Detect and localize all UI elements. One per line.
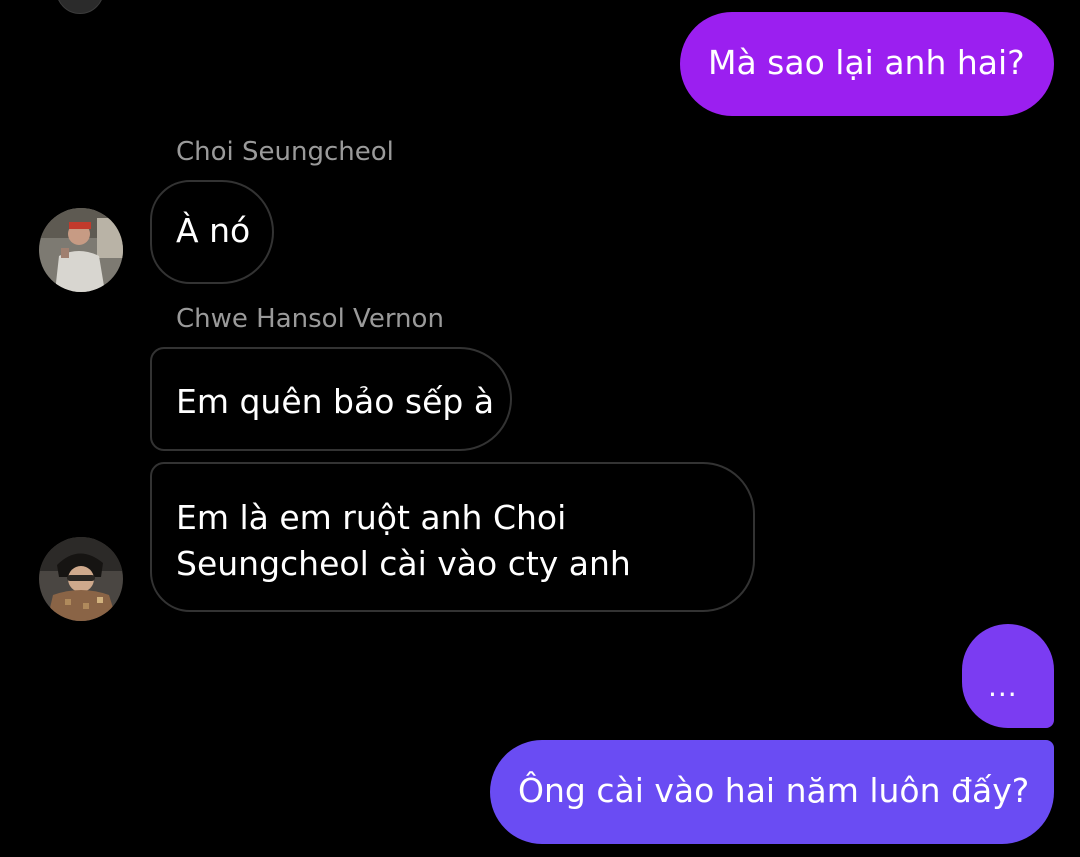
incoming-message-bubble[interactable]: Em là em ruột anh Choi Seungcheol cài và… — [150, 462, 755, 612]
incoming-message-bubble[interactable]: Em quên bảo sếp à — [150, 347, 512, 451]
sender-name: Choi Seungcheol — [176, 137, 394, 167]
outgoing-message-bubble[interactable]: ... — [962, 624, 1054, 728]
outgoing-message-bubble[interactable]: Mà sao lại anh hai? — [680, 12, 1054, 116]
previous-avatar-edge — [56, 0, 104, 14]
message-text: Mà sao lại anh hai? — [708, 43, 1025, 82]
person-photo-icon — [39, 537, 123, 621]
outgoing-message-bubble[interactable]: Ông cài vào hai năm luôn đấy? — [490, 740, 1054, 844]
incoming-message-bubble[interactable]: À nó — [150, 180, 274, 284]
avatar-vernon[interactable] — [39, 537, 123, 621]
person-photo-icon — [39, 208, 123, 292]
message-text: Em quên bảo sếp à — [176, 382, 495, 421]
message-text-line: Seungcheol cài vào cty anh — [176, 544, 631, 583]
message-text: Ông cài vào hai năm luôn đấy? — [518, 771, 1030, 810]
message-text-line: Em là em ruột anh Choi — [176, 498, 567, 537]
message-text: À nó — [176, 211, 251, 250]
sender-name: Chwe Hansol Vernon — [176, 304, 444, 334]
avatar-seungcheol[interactable] — [39, 208, 123, 292]
message-text: ... — [988, 670, 1018, 703]
